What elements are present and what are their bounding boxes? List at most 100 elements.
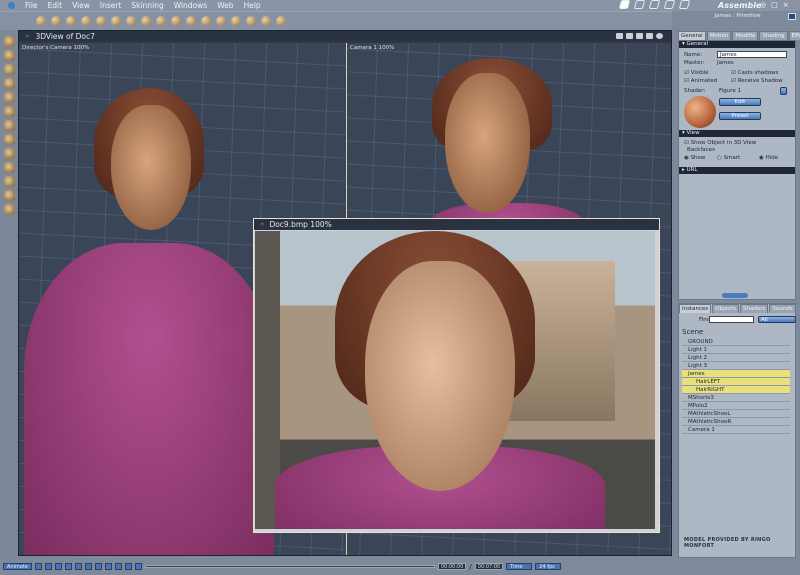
backfaces-show-radio[interactable]: ◉ Show [684, 155, 705, 161]
end-time[interactable]: 00:07:00 [474, 563, 504, 570]
panel-menu-button[interactable] [788, 13, 796, 20]
scene-tree-item[interactable]: MAthleticShoeR [682, 418, 790, 426]
layout-single-icon[interactable] [616, 33, 623, 39]
window-close-icon[interactable]: ◦ [260, 220, 264, 229]
rotate-tool-icon[interactable] [3, 64, 15, 75]
tab-shading[interactable]: Shading [759, 31, 788, 40]
visible-checkbox[interactable]: ☑ Visible [684, 70, 709, 76]
scene-tree-item[interactable]: James [682, 370, 790, 378]
shader-dropdown-button[interactable] [780, 87, 787, 95]
scene-tree-item[interactable]: MAthleticShoeL [682, 410, 790, 418]
backfaces-hide-radio[interactable]: ◉ Hide [759, 155, 778, 161]
add-key-icon[interactable] [114, 563, 122, 570]
casts-shadows-checkbox[interactable]: ☑ Casts shadows [731, 70, 778, 76]
joint-tool-icon[interactable] [3, 148, 15, 159]
spline-object-icon[interactable] [51, 16, 61, 26]
receive-shadow-checkbox[interactable]: ☑ Receive Shadow [731, 78, 783, 84]
hand-pan-icon[interactable] [3, 190, 15, 201]
tab-objects[interactable]: Objects [712, 304, 740, 313]
select-tool-icon[interactable] [3, 36, 15, 47]
terrain-icon[interactable] [141, 16, 151, 26]
backfaces-smart-radio[interactable]: ○ Smart [717, 155, 740, 161]
timeline-scrubber[interactable] [144, 565, 435, 568]
scene-tree-item[interactable]: GROUND [682, 338, 790, 346]
general-section-header[interactable]: ▾ General [679, 41, 795, 48]
zoom-icon[interactable] [3, 204, 15, 215]
tab-sounds[interactable]: Sounds [769, 304, 796, 313]
tab-motion[interactable]: Motion [706, 31, 732, 40]
delete-key-icon[interactable] [124, 563, 132, 570]
panel-splitter[interactable] [722, 293, 748, 298]
layout-dual-icon[interactable] [626, 33, 633, 39]
view-section-header[interactable]: ▾ View [679, 130, 795, 137]
tab-effects[interactable]: Effects [788, 31, 800, 40]
scene-tree-item[interactable]: MPolo2 [682, 402, 790, 410]
camera-view-icon[interactable] [3, 176, 15, 187]
animate-button[interactable]: Animate [3, 563, 32, 570]
torus-icon[interactable] [96, 16, 106, 26]
show-object-checkbox[interactable]: ☑ Show Object in 3D View [684, 140, 756, 146]
menu-file[interactable]: File [25, 1, 38, 10]
animated-checkbox[interactable]: ☑ Animated [684, 78, 717, 84]
find-input[interactable] [709, 316, 754, 323]
scene-tree-item[interactable]: MShorts3 [682, 394, 790, 402]
hierarchy-icon[interactable] [246, 16, 256, 26]
window-close-icon[interactable]: ◦ [25, 32, 29, 41]
plant-icon[interactable] [156, 16, 166, 26]
target-icon[interactable] [261, 16, 271, 26]
light-icon[interactable] [186, 16, 196, 26]
menu-web[interactable]: Web [217, 1, 233, 10]
layout-quad-icon[interactable] [636, 33, 643, 39]
menu-help[interactable]: Help [244, 1, 261, 10]
link-tool-icon[interactable] [3, 92, 15, 103]
ik-tool-icon[interactable] [3, 134, 15, 145]
previous-key-icon[interactable] [104, 563, 112, 570]
tab-modifiers[interactable]: Modifie [732, 31, 759, 40]
scale-tool-icon[interactable] [3, 78, 15, 89]
app-logo-icon[interactable] [8, 2, 15, 9]
room-render-icon[interactable] [678, 0, 691, 9]
3d-view-titlebar[interactable]: ◦ 3DView of Doc7 [19, 31, 671, 41]
scene-tree-item[interactable]: Light 1 [682, 346, 790, 354]
particles-icon[interactable] [126, 16, 136, 26]
constraint-tool-icon[interactable] [3, 162, 15, 173]
room-assemble-icon[interactable] [618, 0, 631, 9]
fps-select[interactable]: 24 fps [535, 563, 562, 570]
shader-select[interactable]: Figure 1 [719, 88, 741, 94]
camera-icon[interactable] [216, 16, 226, 26]
loop-icon[interactable] [94, 563, 102, 570]
url-section-header[interactable]: ▸ URL [679, 167, 795, 174]
time-mode-select[interactable]: Time [506, 563, 533, 570]
bones-icon[interactable] [231, 16, 241, 26]
move-tool-icon[interactable] [3, 50, 15, 61]
edit-button[interactable]: Edit [719, 98, 761, 106]
scene-tree-item[interactable]: Camera 1 [682, 426, 790, 434]
preset-button[interactable]: Preset [719, 112, 761, 120]
filter-select[interactable]: All [758, 316, 796, 323]
stop-icon[interactable] [54, 563, 62, 570]
go-to-end-icon[interactable] [84, 563, 92, 570]
bone-tool-icon[interactable] [3, 120, 15, 131]
scene-tree-item[interactable]: HairRIGHT [682, 386, 790, 394]
menu-view[interactable]: View [72, 1, 90, 10]
wrench-icon[interactable] [276, 16, 286, 26]
figure-icon[interactable] [81, 16, 91, 26]
menu-insert[interactable]: Insert [100, 1, 122, 10]
tab-general[interactable]: General [678, 31, 706, 40]
room-model-icon[interactable] [633, 0, 646, 9]
room-storyboard-icon[interactable] [648, 0, 661, 9]
name-input[interactable]: James [717, 51, 787, 58]
next-key-icon[interactable] [134, 563, 142, 570]
scene-tree-item[interactable]: Light 2 [682, 354, 790, 362]
menu-skinning[interactable]: Skinning [131, 1, 163, 10]
current-time[interactable]: 00:00:00 [437, 563, 467, 570]
cloud-icon[interactable] [171, 16, 181, 26]
play-icon[interactable] [64, 563, 72, 570]
doc9-titlebar[interactable]: ◦ Doc9.bmp 100% [254, 219, 659, 230]
menu-windows[interactable]: Windows [174, 1, 207, 10]
fast-forward-icon[interactable] [74, 563, 82, 570]
scene-root[interactable]: Scene [682, 328, 703, 336]
sphere-icon[interactable] [36, 16, 46, 26]
tab-shaders[interactable]: Shaders [740, 304, 769, 313]
room-texture-icon[interactable] [663, 0, 676, 9]
